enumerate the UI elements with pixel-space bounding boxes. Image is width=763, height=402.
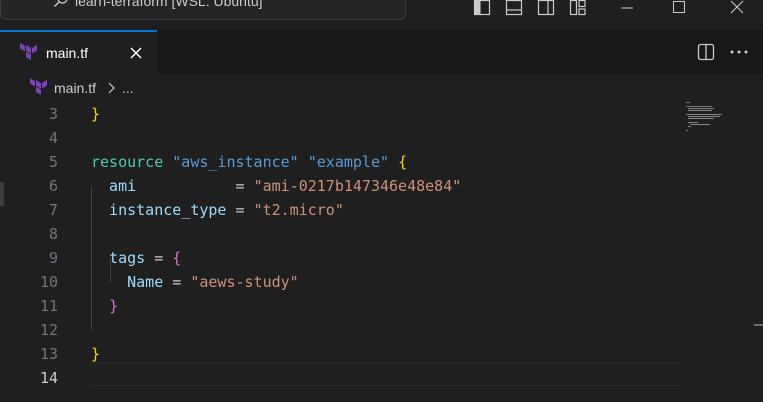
code-token: tags	[91, 249, 146, 267]
terraform-icon	[30, 78, 47, 95]
command-center-search[interactable]: learn-terraform [WSL: Ubuntu]	[0, 0, 406, 20]
toggle-primary-sidebar-icon[interactable]	[473, 0, 491, 16]
line-number: 7	[48, 201, 58, 219]
line-number: 8	[48, 225, 58, 243]
more-actions-icon[interactable]	[729, 43, 749, 61]
breadcrumb-file[interactable]: main.tf	[54, 80, 96, 96]
close-icon[interactable]	[128, 45, 144, 61]
code-token: ami	[91, 177, 137, 195]
code-token: }	[91, 345, 101, 363]
editor-tab-bar: main.tf	[0, 30, 763, 74]
maximize-icon[interactable]	[669, 0, 689, 16]
code-text: instance_type = "t2.micro"	[91, 198, 344, 222]
code-line[interactable]: 14	[0, 366, 680, 390]
code-token: "t2.micro"	[253, 201, 344, 219]
line-number: 3	[48, 105, 58, 123]
line-number: 14	[39, 369, 58, 387]
tab-main-tf[interactable]: main.tf	[0, 30, 157, 74]
scrollbar-marker	[754, 324, 763, 326]
code-editor[interactable]: 3} 4 5 resource "aws_instance" "example" {6…	[0, 102, 763, 402]
toggle-secondary-sidebar-icon[interactable]	[537, 0, 555, 16]
code-token: =	[163, 273, 191, 291]
line-number: 6	[48, 177, 58, 195]
breadcrumb: main.tf ...	[0, 74, 763, 102]
code-token: "example"	[307, 153, 390, 171]
line-number: 11	[39, 297, 58, 315]
code-token: {	[398, 153, 408, 171]
line-number: 9	[48, 249, 58, 267]
toggle-panel-icon[interactable]	[505, 0, 523, 16]
line-number: 5	[48, 153, 58, 171]
code-line[interactable]: 8	[0, 222, 680, 246]
customize-layout-icon[interactable]	[569, 0, 587, 16]
code-line[interactable]: 13}	[0, 342, 680, 366]
code-token: "aws_instance"	[172, 153, 299, 171]
code-text: }	[91, 342, 100, 366]
code-line[interactable]: 9 tags = {	[0, 246, 680, 270]
code-text: ami = "ami-0217b147346e48e84"	[91, 174, 461, 198]
minimap[interactable]	[686, 102, 750, 142]
terraform-icon	[20, 43, 37, 60]
code-line[interactable]: 7 instance_type = "t2.micro"	[0, 198, 680, 222]
code-line[interactable]: 6 ami = "ami-0217b147346e48e84"	[0, 174, 680, 198]
code-line[interactable]: 10 Name = "aews-study"	[0, 270, 680, 294]
code-text: Name = "aews-study"	[91, 270, 299, 294]
minimize-icon[interactable]	[617, 0, 637, 16]
code-text: tags = {	[91, 246, 181, 270]
code-token: }	[109, 297, 119, 315]
code-line[interactable]: 5 resource "aws_instance" "example" {	[0, 150, 680, 174]
tab-label: main.tf	[46, 45, 89, 61]
code-token: "aews-study"	[190, 273, 299, 291]
code-token: =	[136, 177, 254, 195]
line-number: 10	[39, 273, 58, 291]
code-token: "ami-0217b147346e48e84"	[253, 177, 462, 195]
code-text: resource "aws_instance" "example" {	[91, 150, 407, 174]
search-icon	[54, 0, 68, 7]
code-text: }	[91, 294, 118, 318]
code-token: }	[91, 105, 101, 123]
title-bar: learn-terraform [WSL: Ubuntu]	[0, 0, 763, 30]
breadcrumb-more[interactable]: ...	[122, 80, 134, 96]
line-number: 12	[39, 321, 58, 339]
code-text: }	[91, 102, 100, 126]
code-token: Name	[91, 273, 164, 291]
code-token: {	[172, 249, 182, 267]
close-window-icon[interactable]	[727, 0, 747, 16]
code-line[interactable]: 3}	[0, 102, 680, 126]
window-title: learn-terraform [WSL: Ubuntu]	[75, 0, 263, 9]
code-token: instance_type	[91, 201, 227, 219]
code-token: resource	[91, 153, 164, 171]
code-token: =	[226, 201, 254, 219]
line-number: 13	[39, 345, 58, 363]
split-editor-icon[interactable]	[697, 43, 715, 61]
chevron-right-icon	[108, 82, 115, 94]
line-number: 4	[48, 129, 58, 147]
code-line[interactable]: 4	[0, 126, 680, 150]
code-token: =	[145, 249, 173, 267]
code-line[interactable]: 12	[0, 318, 680, 342]
code-line[interactable]: 11 }	[0, 294, 680, 318]
